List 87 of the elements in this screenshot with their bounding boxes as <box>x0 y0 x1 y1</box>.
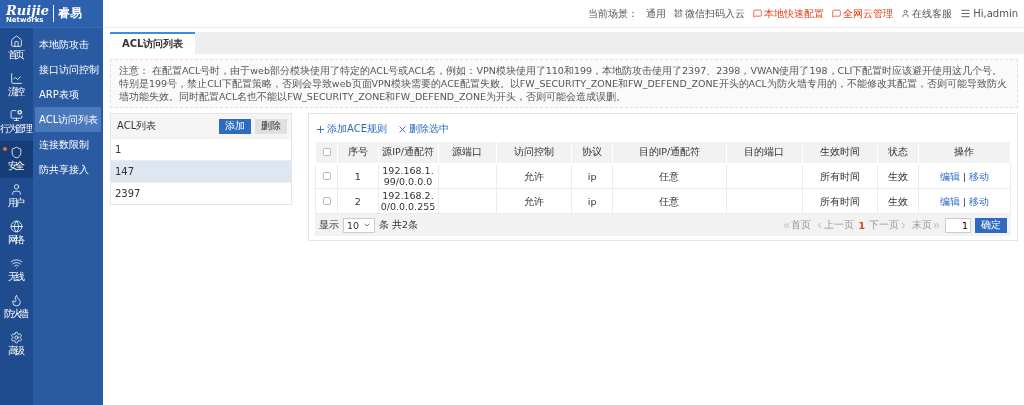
wifi-icon <box>10 257 23 270</box>
column-header: 目的端口 <box>744 146 785 157</box>
tab[interactable]: ACL访问列表 <box>110 32 196 54</box>
nav-item[interactable]: 流控 <box>0 67 33 104</box>
line-chart-icon <box>10 72 23 85</box>
column-header: 生效时间 <box>819 146 860 157</box>
header-link[interactable]: 微信扫码入云 <box>685 6 746 21</box>
header-link[interactable]: 本地快速配置 <box>764 6 825 21</box>
table-cell: 生效 <box>888 170 909 182</box>
list-item[interactable]: 147 <box>111 160 291 182</box>
total-count: 条 共2条 <box>379 218 419 232</box>
column-header: 协议 <box>582 146 603 157</box>
table-cell: 允许 <box>524 195 544 207</box>
table-cell: 任意 <box>659 195 680 207</box>
table-cell: 1 <box>354 170 361 182</box>
table-cell: 2 <box>354 195 361 207</box>
column-header: 源IP/通配符 <box>382 146 434 157</box>
delete-button[interactable]: 删除 <box>255 118 287 134</box>
checkbox[interactable] <box>322 171 331 180</box>
submenu-item[interactable]: 连接数限制 <box>35 132 101 157</box>
header-link[interactable]: 在线客服 <box>912 6 953 21</box>
table-cell: 生效 <box>888 195 909 207</box>
chat-icon <box>832 9 842 18</box>
nav-item[interactable]: 网络 <box>0 215 33 252</box>
column-header: 访问控制 <box>514 146 554 157</box>
nav-item[interactable]: 安全 <box>0 141 33 178</box>
table-cell: ip <box>587 170 597 182</box>
column-header: 序号 <box>347 146 368 157</box>
separator: | <box>962 195 966 207</box>
page-input[interactable]: 1 <box>945 217 971 233</box>
nav-item[interactable]: 防火墙 <box>0 289 33 326</box>
chat-icon <box>753 9 763 18</box>
add-button[interactable]: 添加 <box>219 118 251 134</box>
settings-icon <box>10 331 23 344</box>
last-page-icon <box>932 220 941 230</box>
table-cell: 所有时间 <box>819 170 860 182</box>
plus-icon <box>315 123 326 135</box>
nav-item[interactable]: 用户 <box>0 178 33 215</box>
nav-item[interactable]: 行为管理 <box>0 104 33 141</box>
separator: | <box>962 170 966 182</box>
add-rule-link[interactable]: 添加ACE规则 <box>315 122 387 136</box>
submenu-item[interactable]: ACL访问列表 <box>35 107 101 132</box>
column-header: 目的IP/通配符 <box>638 146 701 157</box>
user-icon <box>901 9 911 18</box>
nav-item[interactable]: 无线 <box>0 252 33 289</box>
edit-link[interactable]: 编辑 <box>939 195 960 207</box>
flame-icon <box>10 294 23 307</box>
submenu-item[interactable]: 防共享接入 <box>35 157 101 182</box>
submenu-item[interactable]: 接口访问控制 <box>35 57 101 82</box>
column-header: 状态 <box>888 146 909 157</box>
home-icon <box>10 35 23 48</box>
page-size-select[interactable]: 10 <box>343 217 376 233</box>
move-link[interactable]: 移动 <box>969 195 990 207</box>
table-cell: 任意 <box>659 170 680 182</box>
table-cell: ip <box>587 195 597 207</box>
qr-code-icon <box>674 9 684 18</box>
panel-title: ACL列表 <box>117 119 158 133</box>
close-icon <box>396 123 408 135</box>
current-page[interactable]: 1 <box>858 219 865 231</box>
edit-link[interactable]: 编辑 <box>939 170 960 182</box>
table-cell: 192.168.1.99/0.0.0.0 <box>382 165 434 187</box>
user-icon <box>10 183 23 196</box>
header-link[interactable]: 全网云管理 <box>843 6 894 21</box>
shield-icon <box>10 146 23 159</box>
caret-icon <box>363 221 372 229</box>
nav-item[interactable]: 高级 <box>0 326 33 363</box>
header-link[interactable]: Hi,admin <box>973 8 1018 19</box>
column-header: 源端口 <box>452 146 483 157</box>
table-cell: 192.168.2.0/0.0.0.255 <box>380 190 436 212</box>
checkbox[interactable] <box>322 196 331 205</box>
submenu-item[interactable]: 本地防攻击 <box>35 32 101 57</box>
move-link[interactable]: 移动 <box>969 170 990 182</box>
submenu-item[interactable]: ARP表项 <box>35 82 101 107</box>
monitor-icon <box>10 109 23 122</box>
notice-text: 注意： 在配置ACL号时，由于web部分模块使用了特定的ACL号或ACL名，例如：VPN模块使用了110和199，本地防攻击使用了2397、2398，VWAN使用了198，CLI下配置时应该避开使用这几个号。特别是199号，禁止CLI下配置策略，否则会导致web页面VPN模块需要的ACE配置失败。以FW_SECURITY_ZONE和FW_DEFEND_ZONE开头的ACL为防火墙专用的，不能修改其配置，否则可能导致防火墙功能失效。同时配置ACL名也不能以FW_SECURITY_ZONE和FW_DEFEND_ZONE为开头，否则可能会造成误删。 <box>110 59 1018 108</box>
next-icon <box>899 220 908 230</box>
globe-icon <box>10 220 23 233</box>
show-label: 显示 <box>319 218 339 232</box>
checkbox[interactable] <box>322 148 331 156</box>
delete-selected-link[interactable]: 删除选中 <box>396 122 449 136</box>
first-page-icon <box>782 220 792 230</box>
column-header: 操作 <box>954 146 975 157</box>
table-cell: 允许 <box>524 170 544 182</box>
table-cell: 所有时间 <box>819 195 860 207</box>
nav-item[interactable]: 首页 <box>0 30 33 67</box>
go-button[interactable]: 确定 <box>975 217 1007 233</box>
menu-icon[interactable] <box>960 8 972 19</box>
